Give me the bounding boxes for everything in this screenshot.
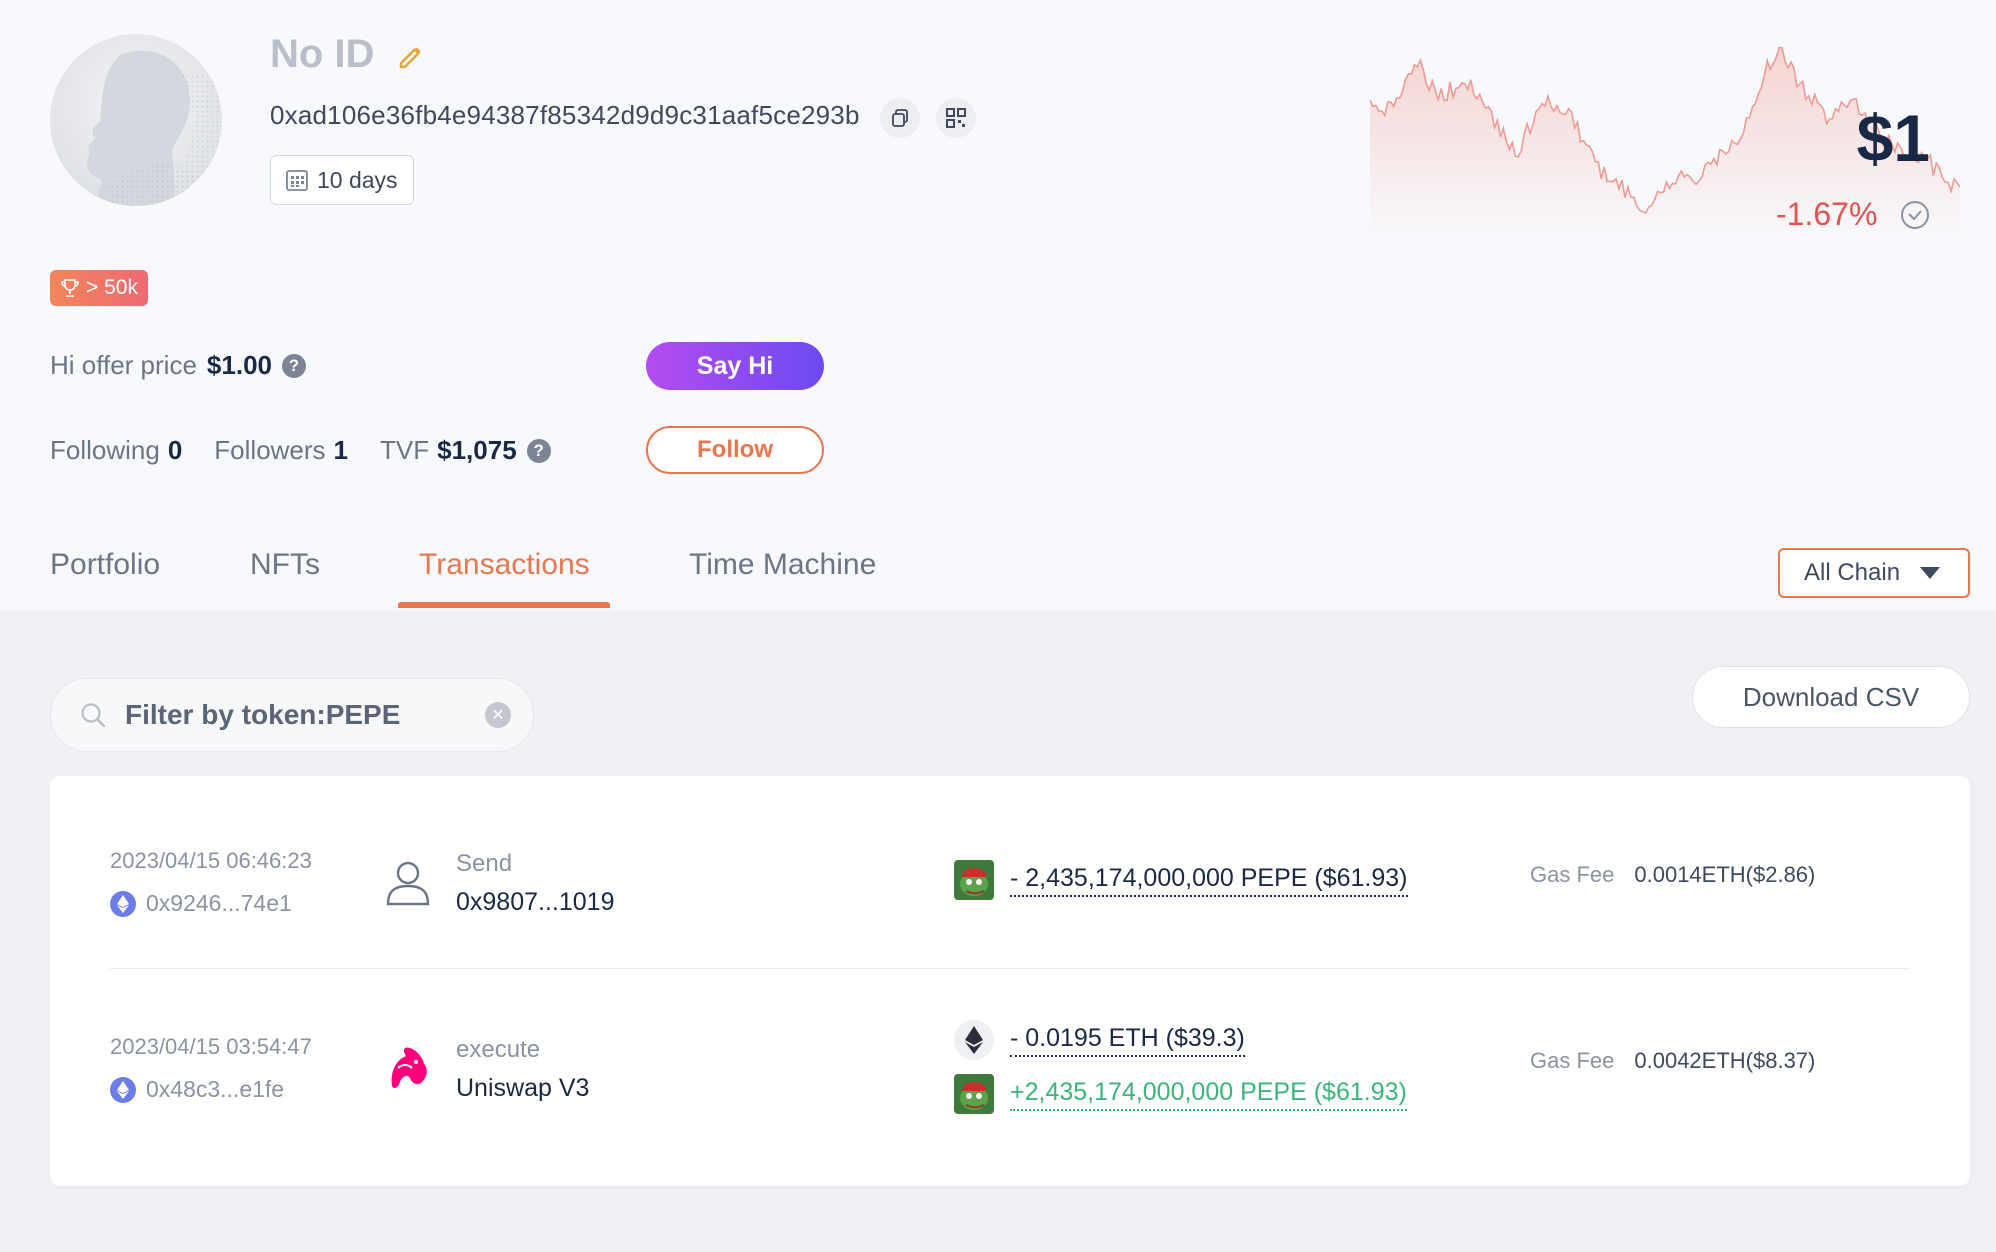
avatar — [50, 34, 222, 206]
search-input[interactable] — [125, 699, 465, 731]
token-change-line: +2,435,174,000,000 PEPE ($61.93) — [954, 1074, 1407, 1114]
pepe-token-icon — [954, 1074, 994, 1114]
wallet-age-badge: 10 days — [270, 155, 414, 205]
search-icon — [81, 703, 106, 728]
edit-pencil-icon[interactable] — [396, 42, 426, 72]
tx-hash-text: 0x9246...74e1 — [146, 890, 292, 916]
total-balance: $1 — [1856, 101, 1930, 175]
token-change-line: - 0.0195 ETH ($39.3) — [954, 1020, 1245, 1060]
token-amount[interactable]: +2,435,174,000,000 PEPE ($61.93) — [1010, 1078, 1407, 1111]
tx-hash-link[interactable]: 0x9246...74e1 — [110, 890, 292, 917]
tab-transactions[interactable]: Transactions — [419, 548, 590, 582]
followers-label[interactable]: Followers — [214, 435, 325, 466]
user-icon — [386, 861, 430, 906]
social-stats: Following 0 Followers 1 TVF $1,075 ? — [50, 435, 551, 466]
gas-fee-label: Gas Fee — [1530, 1048, 1615, 1073]
followers-count[interactable]: 1 — [334, 435, 348, 466]
hi-offer-row: Hi offer price $1.00 ? — [50, 350, 306, 381]
refresh-icon[interactable] — [1898, 198, 1932, 232]
net-worth-badge: > 50k — [50, 270, 148, 306]
gas-fee-value: 0.0042ETH($8.37) — [1634, 1048, 1816, 1073]
tvf-label: TVF — [380, 435, 430, 465]
token-filter-search[interactable]: ✕ — [50, 678, 534, 752]
trophy-icon — [61, 279, 79, 297]
token-amount[interactable]: - 2,435,174,000,000 PEPE ($61.93) — [1010, 864, 1408, 897]
tab-portfolio[interactable]: Portfolio — [50, 548, 160, 582]
transaction-row[interactable]: 2023/04/15 06:46:23 0x9246...74e1 Send 0… — [50, 776, 1970, 969]
tab-nfts[interactable]: NFTs — [250, 548, 320, 582]
say-hi-button[interactable]: Say Hi — [646, 342, 824, 390]
clear-search-icon[interactable]: ✕ — [485, 702, 511, 728]
chain-filter-select[interactable]: All Chain — [1778, 548, 1970, 598]
help-icon[interactable]: ? — [282, 353, 306, 378]
tx-target[interactable]: Uniswap V3 — [456, 1074, 589, 1103]
tx-type: execute — [456, 1036, 541, 1063]
chevron-down-icon — [1920, 567, 1941, 579]
gas-fee-value: 0.0014ETH($2.86) — [1634, 862, 1816, 887]
tvf-value: $1,075 — [437, 435, 517, 465]
tx-hash-link[interactable]: 0x48c3...e1fe — [110, 1076, 284, 1103]
qr-code-icon — [946, 108, 966, 128]
following-count[interactable]: 0 — [168, 435, 182, 466]
qr-code-button[interactable] — [936, 98, 976, 138]
transaction-row[interactable]: 2023/04/15 03:54:47 0x48c3...e1fe execut… — [50, 962, 1970, 1142]
download-csv-button[interactable]: Download CSV — [1692, 666, 1970, 728]
tx-timestamp: 2023/04/15 03:54:47 — [110, 1034, 312, 1059]
gas-fee: Gas Fee 0.0042ETH($8.37) — [1530, 1048, 1815, 1074]
transactions-list: 2023/04/15 06:46:23 0x9246...74e1 Send 0… — [50, 776, 1970, 1186]
profile-header: No ID 0xad106e36fb4e94387f85342d9d9c31aa… — [0, 0, 1996, 610]
active-tab-indicator — [398, 602, 610, 608]
tx-target[interactable]: 0x9807...1019 — [456, 888, 614, 917]
eth-token-icon — [954, 1020, 994, 1060]
wallet-age-text: 10 days — [317, 166, 398, 193]
tx-type: Send — [456, 850, 513, 877]
hi-offer-value: $1.00 — [206, 350, 272, 380]
ethereum-chain-icon — [110, 1076, 136, 1103]
uniswap-icon — [391, 1047, 427, 1089]
gas-fee-label: Gas Fee — [1530, 862, 1615, 887]
token-amount[interactable]: - 0.0195 ETH ($39.3) — [1010, 1024, 1245, 1057]
chain-filter-value: All Chain — [1804, 559, 1901, 586]
copy-icon — [892, 109, 908, 127]
calendar-icon — [286, 170, 308, 191]
help-icon[interactable]: ? — [526, 438, 551, 463]
profile-name: No ID — [270, 32, 375, 76]
following-label[interactable]: Following — [50, 435, 160, 466]
balance-change: -1.67% — [1776, 196, 1878, 232]
ethereum-chain-icon — [110, 890, 136, 917]
gas-fee: Gas Fee 0.0014ETH($2.86) — [1530, 862, 1815, 888]
pepe-token-icon — [954, 860, 994, 900]
wallet-address: 0xad106e36fb4e94387f85342d9d9c31aaf5ce29… — [270, 100, 860, 130]
avatar-silhouette-icon — [86, 50, 222, 206]
tx-hash-text: 0x48c3...e1fe — [146, 1076, 285, 1102]
follow-button[interactable]: Follow — [646, 426, 824, 474]
net-worth-badge-text: > 50k — [86, 276, 138, 299]
token-change-line: - 2,435,174,000,000 PEPE ($61.93) — [954, 860, 1408, 900]
tx-timestamp: 2023/04/15 06:46:23 — [110, 848, 312, 873]
tab-time-machine[interactable]: Time Machine — [689, 548, 876, 582]
copy-address-button[interactable] — [880, 98, 920, 138]
hi-offer-label: Hi offer price — [50, 350, 197, 380]
